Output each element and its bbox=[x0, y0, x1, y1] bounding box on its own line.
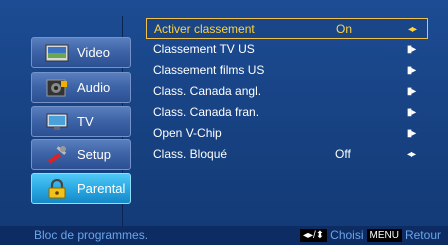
menu-row-label: Open V-Chip bbox=[153, 126, 222, 140]
sidebar-item-label: TV bbox=[77, 114, 94, 129]
menu-key-badge: MENU bbox=[366, 229, 402, 242]
tv-icon bbox=[45, 112, 69, 132]
submenu-arrow-icon: ▮▸ bbox=[406, 107, 417, 118]
sidebar: Video Audio TV Setup Parental bbox=[14, 16, 131, 228]
sidebar-item-parental[interactable]: Parental bbox=[31, 173, 131, 204]
submenu-arrow-icon: ▮▸ bbox=[406, 86, 417, 97]
menu-row-label: Activer classement bbox=[154, 22, 255, 36]
submenu-arrow-icon: ▮▸ bbox=[406, 44, 417, 55]
menu-row-label: Classement TV US bbox=[153, 42, 255, 56]
menu-row-label: Classement films US bbox=[153, 63, 265, 77]
sidebar-item-label: Audio bbox=[77, 80, 111, 95]
menu-row-classement-tv-us[interactable]: Classement TV US ▮▸ bbox=[146, 39, 428, 60]
sidebar-item-video[interactable]: Video bbox=[31, 37, 131, 68]
setup-icon bbox=[45, 145, 69, 165]
menu-row-value: Off bbox=[335, 147, 351, 161]
sidebar-item-tv[interactable]: TV bbox=[31, 106, 131, 137]
menu-row-value: On bbox=[336, 22, 353, 36]
menu-row-label: Class. Canada angl. bbox=[153, 84, 262, 98]
navigate-label: Choisi bbox=[330, 228, 364, 242]
osd-screen: Video Audio TV Setup Parental Activer cl… bbox=[0, 0, 448, 245]
video-icon bbox=[45, 43, 69, 63]
key-hints: ◂▸/⬍ Choisi MENU Retour bbox=[299, 226, 444, 245]
return-label: Retour bbox=[404, 228, 441, 242]
sidebar-item-label: Video bbox=[77, 45, 111, 60]
sidebar-item-label: Parental bbox=[77, 181, 126, 196]
navigate-arrows-icon: ◂▸/⬍ bbox=[299, 229, 328, 242]
menu-row-activer-classement[interactable]: Activer classement On ◂▸ bbox=[146, 18, 428, 39]
menu-row-open-v-chip[interactable]: Open V-Chip ▮▸ bbox=[146, 123, 428, 144]
sidebar-item-audio[interactable]: Audio bbox=[31, 72, 131, 103]
submenu-arrow-icon: ▮▸ bbox=[406, 128, 417, 139]
left-right-arrows-icon: ◂▸ bbox=[406, 149, 416, 160]
menu-row-label: Class. Bloqué bbox=[153, 147, 228, 161]
sidebar-item-setup[interactable]: Setup bbox=[31, 139, 131, 170]
left-right-arrows-icon: ◂▸ bbox=[407, 24, 417, 35]
help-text: Bloc de programmes. bbox=[34, 228, 149, 242]
menu-row-classement-films-us[interactable]: Classement films US ▮▸ bbox=[146, 60, 428, 81]
submenu-arrow-icon: ▮▸ bbox=[406, 65, 417, 76]
footer-bar: Bloc de programmes. ◂▸/⬍ Choisi MENU Ret… bbox=[0, 226, 448, 245]
menu-row-class-canada-angl[interactable]: Class. Canada angl. ▮▸ bbox=[146, 81, 428, 102]
menu-row-class-canada-fran[interactable]: Class. Canada fran. ▮▸ bbox=[146, 102, 428, 123]
lock-icon bbox=[45, 178, 69, 199]
parental-menu: Activer classement On ◂▸ Classement TV U… bbox=[146, 18, 428, 165]
menu-row-label: Class. Canada fran. bbox=[153, 105, 260, 119]
audio-icon bbox=[45, 78, 69, 98]
sidebar-item-label: Setup bbox=[77, 147, 111, 162]
menu-row-class-bloque[interactable]: Class. Bloqué Off ◂▸ bbox=[146, 144, 428, 165]
